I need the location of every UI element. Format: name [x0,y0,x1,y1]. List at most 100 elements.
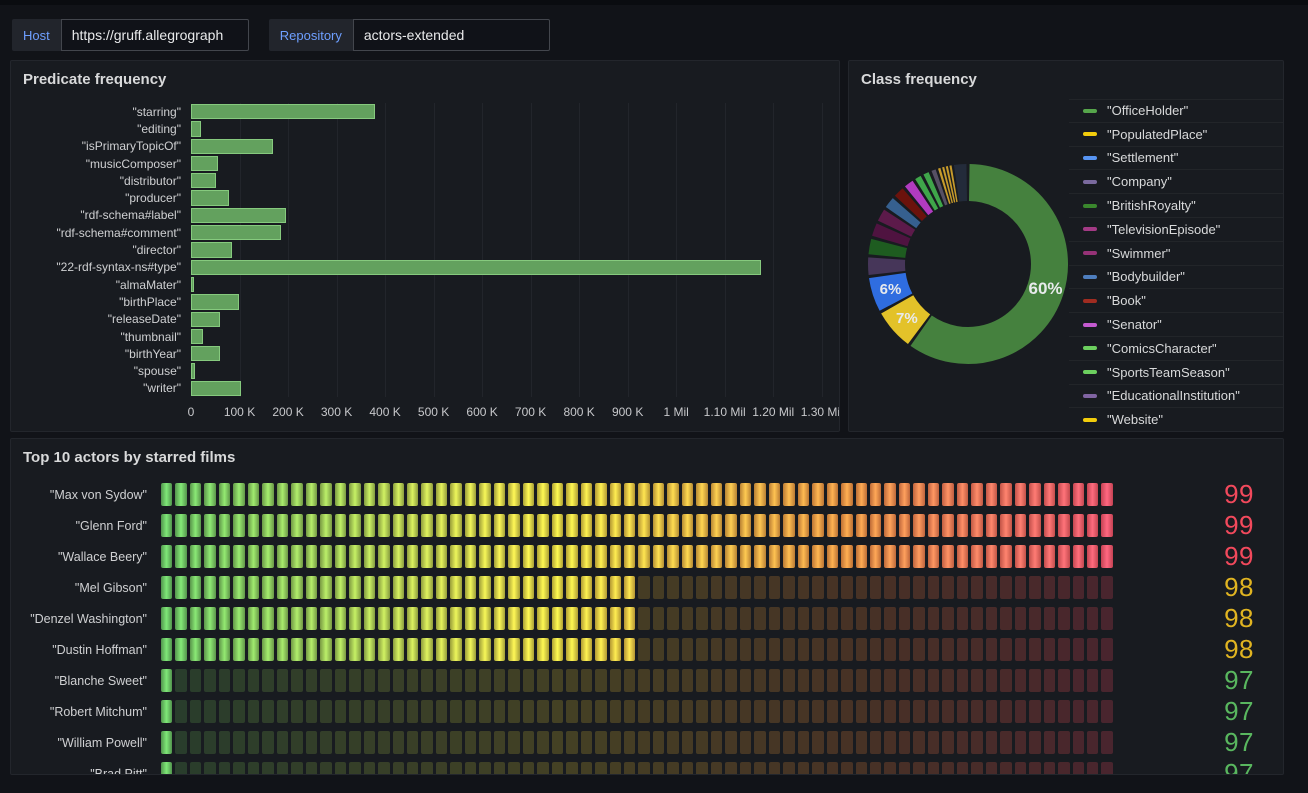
gauge-cell [667,762,678,775]
gauge-cell [856,576,867,599]
predicate-bar[interactable] [191,260,761,275]
gauge-cell [262,731,273,754]
actor-gauge-track[interactable] [161,762,1113,775]
predicate-frequency-panel-title[interactable]: Predicate frequency [11,61,839,97]
predicate-bar[interactable] [191,381,241,396]
donut-slice[interactable] [890,231,894,241]
legend-item[interactable]: "Swimmer" [1069,242,1283,266]
predicate-bar[interactable] [191,242,232,257]
legend-item[interactable]: "BritishRoyalty" [1069,194,1283,218]
legend-item[interactable]: "Senator" [1069,313,1283,337]
gauge-cell [378,700,389,723]
gauge-cell [783,545,794,568]
predicate-bar[interactable] [191,346,220,361]
legend-item[interactable]: "Website" [1069,408,1283,430]
legend-item[interactable]: "EducationalInstitution" [1069,385,1283,409]
legend-item[interactable]: "ComicsCharacter" [1069,337,1283,361]
gauge-cell [595,638,606,661]
legend-item[interactable]: "Settlement" [1069,147,1283,171]
gauge-cell [928,638,939,661]
donut-slice[interactable] [887,243,889,256]
legend-label: "Senator" [1107,317,1162,332]
top-actors-panel-title[interactable]: Top 10 actors by starred films [11,439,1283,475]
predicate-bar[interactable] [191,225,281,240]
repository-input[interactable] [353,19,550,51]
actor-value: 97 [1113,696,1271,727]
legend-item[interactable]: "SportsTeamSeason" [1069,361,1283,385]
predicate-bar[interactable] [191,104,375,119]
gauge-cell [913,731,924,754]
donut-slice[interactable] [957,183,967,184]
predicate-bar[interactable] [191,294,239,309]
predicate-bar[interactable] [191,329,203,344]
predicate-bar[interactable] [191,312,220,327]
gauge-cell [436,545,447,568]
actor-gauge-track[interactable] [161,545,1113,568]
gauge-cell [436,731,447,754]
predicate-bar[interactable] [191,190,229,205]
gauge-cell [436,669,447,692]
donut-slice[interactable] [908,202,914,208]
gauge-cell [378,638,389,661]
legend-item[interactable]: "OfficeHolder" [1069,99,1283,123]
gauge-cell [436,762,447,775]
legend-item[interactable]: "Bodybuilder" [1069,266,1283,290]
legend-item[interactable]: "TelevisionEpisode" [1069,218,1283,242]
actor-gauge-track[interactable] [161,607,1113,630]
gauge-cell [870,762,881,775]
predicate-bar[interactable] [191,173,216,188]
gauge-cell [320,669,331,692]
class-frequency-panel-title[interactable]: Class frequency [849,61,1283,97]
gauge-cell [884,514,895,537]
predicate-row: "birthYear" [23,345,829,362]
legend-item[interactable]: "Book" [1069,289,1283,313]
legend-label: "BritishRoyalty" [1107,198,1196,213]
gauge-cell [1015,762,1026,775]
predicate-bar[interactable] [191,139,273,154]
donut-slice[interactable] [917,196,923,201]
donut-slice[interactable] [925,192,929,195]
x-axis-tick-label: 1 Mil [663,405,688,419]
donut-slice[interactable] [938,187,941,188]
actor-gauge-track[interactable] [161,731,1113,754]
predicate-bar[interactable] [191,156,218,171]
actor-gauge-track[interactable] [161,514,1113,537]
gauge-cell [291,700,302,723]
gauge-cell [320,638,331,661]
actor-gauge-track[interactable] [161,700,1113,723]
actor-gauge-track[interactable] [161,669,1113,692]
donut-slice[interactable] [901,210,907,217]
predicate-bar[interactable] [191,363,195,378]
gauge-cell [711,638,722,661]
predicate-bar[interactable] [191,121,201,136]
gauge-cell [1087,607,1098,630]
gauge-cell [827,483,838,506]
predicate-row: "thumbnail" [23,328,829,345]
gauge-cell [725,483,736,506]
gauge-cell [754,669,765,692]
gauge-cell [1029,514,1040,537]
predicate-row: "director" [23,241,829,258]
gauge-cell [957,576,968,599]
actor-gauge-track[interactable] [161,483,1113,506]
gauge-cell [407,545,418,568]
actor-gauge-track[interactable] [161,638,1113,661]
actor-row: "Mel Gibson"98 [23,572,1271,603]
predicate-row: "birthPlace" [23,293,829,310]
gauge-cell [262,576,273,599]
predicate-bar[interactable] [191,208,286,223]
donut-slice[interactable] [932,189,936,191]
gauge-cell [436,700,447,723]
actor-gauge-track[interactable] [161,576,1113,599]
legend-label: "TelevisionEpisode" [1107,222,1220,237]
repository-variable: Repository [269,19,550,51]
donut-slice[interactable] [944,186,946,187]
predicate-bar[interactable] [191,277,194,292]
donut-slice[interactable] [895,220,900,229]
legend-item[interactable]: "PopulatedPlace" [1069,123,1283,147]
gauge-cell [610,731,621,754]
gauge-cell [711,731,722,754]
host-input[interactable] [61,19,249,51]
gauge-cell [277,483,288,506]
legend-item[interactable]: "Company" [1069,170,1283,194]
